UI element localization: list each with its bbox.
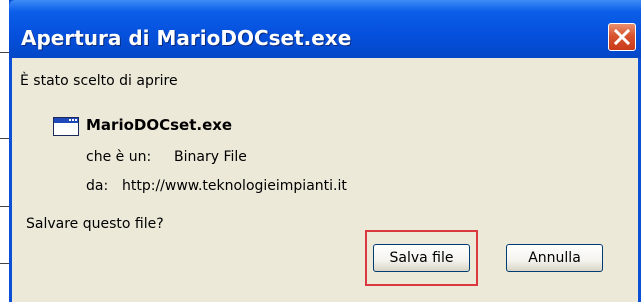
download-dialog: Apertura di MarioDOCset.exe È stato scel… bbox=[9, 0, 641, 302]
background-line bbox=[0, 206, 9, 207]
cancel-button[interactable]: Annulla bbox=[506, 244, 603, 272]
icon-detail bbox=[75, 119, 77, 121]
file-type-label: che è un: bbox=[86, 149, 152, 165]
icon-detail bbox=[69, 119, 71, 121]
background-line bbox=[0, 138, 9, 139]
background-edge bbox=[0, 0, 9, 302]
application-window-icon bbox=[53, 117, 79, 136]
close-icon bbox=[614, 29, 630, 45]
file-source-value: http://www.teknologieimpianti.it bbox=[122, 178, 347, 194]
intro-text: È stato scelto di aprire bbox=[20, 73, 178, 89]
save-file-button[interactable]: Salva file bbox=[373, 244, 470, 272]
icon-detail bbox=[72, 119, 74, 121]
close-button[interactable] bbox=[608, 23, 636, 51]
file-name: MarioDOCset.exe bbox=[86, 116, 233, 134]
file-type-value: Binary File bbox=[174, 149, 247, 165]
background-line bbox=[0, 52, 9, 53]
background-line bbox=[0, 263, 9, 264]
file-source-label: da: bbox=[86, 178, 109, 194]
dialog-body: È stato scelto di aprire MarioDOCset.exe… bbox=[12, 58, 638, 302]
dialog-title: Apertura di MarioDOCset.exe bbox=[21, 26, 352, 50]
dialog-titlebar[interactable]: Apertura di MarioDOCset.exe bbox=[9, 0, 641, 58]
save-question: Salvare questo file? bbox=[26, 216, 164, 232]
